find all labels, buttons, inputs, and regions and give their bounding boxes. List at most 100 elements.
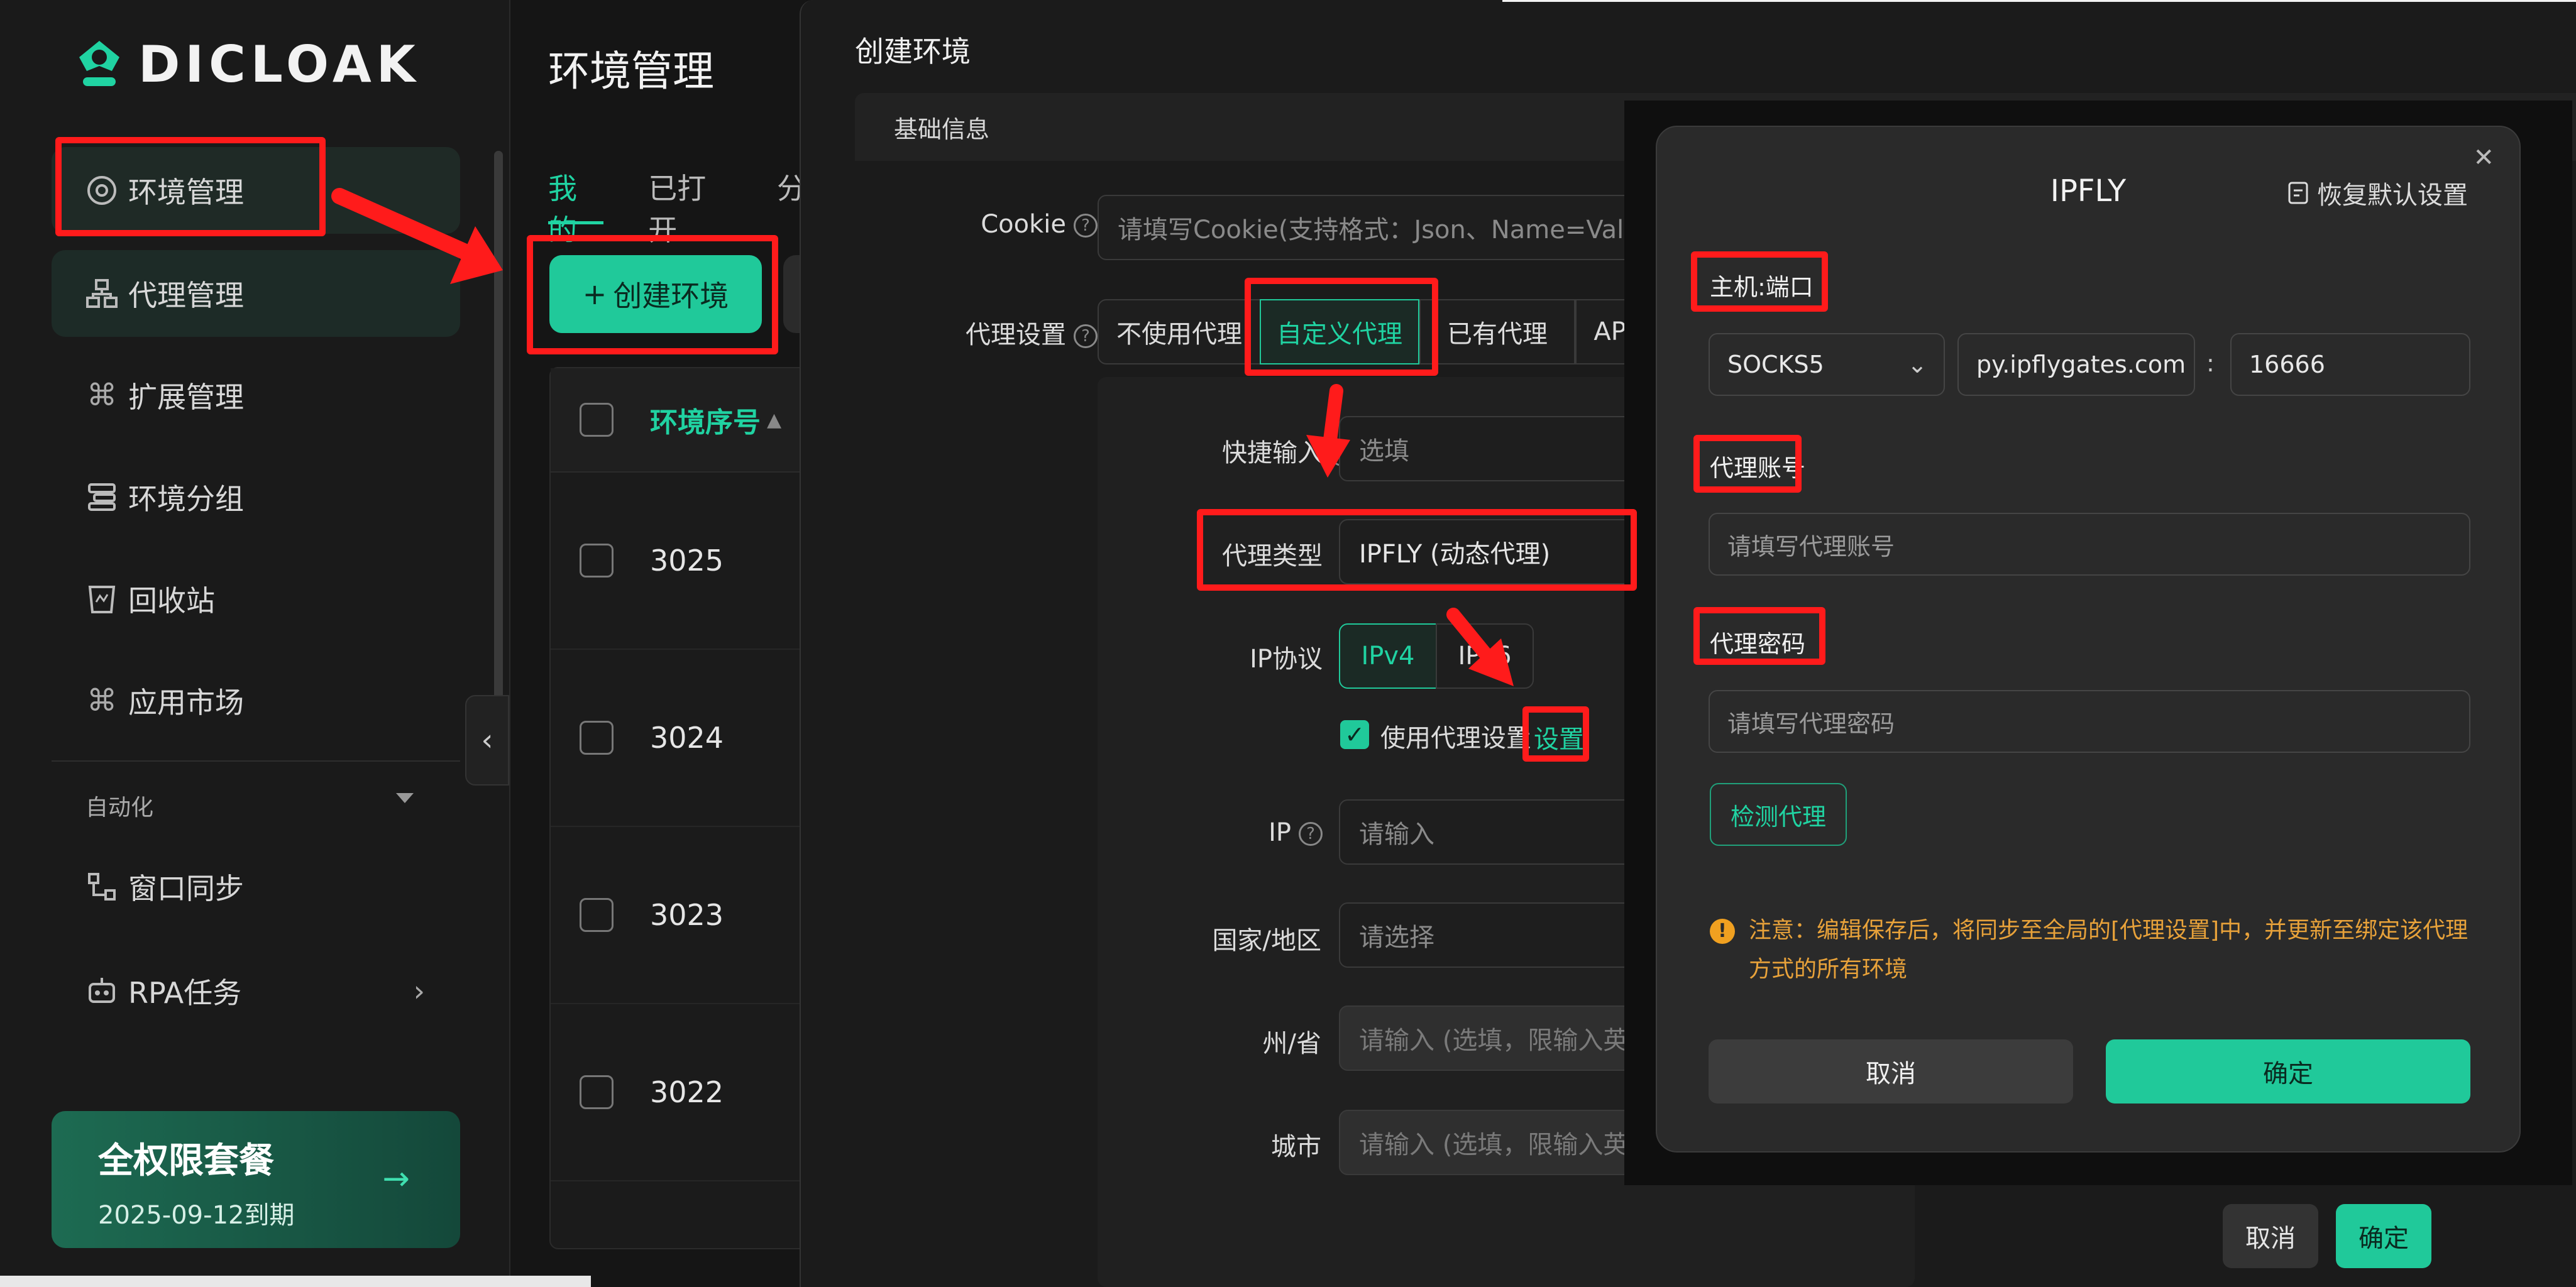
collapse-sidebar-button[interactable]: ‹	[465, 695, 509, 786]
modal-cancel-button[interactable]: 取消	[1709, 1039, 2073, 1104]
trash-icon	[84, 581, 119, 616]
reset-defaults-button[interactable]: 恢复默认设置	[2286, 175, 2468, 211]
host-input[interactable]: py.ipflygates.com	[1957, 333, 2195, 396]
highlight-env-management	[55, 137, 326, 236]
ip-protocol-ipv6[interactable]: IPv6	[1436, 623, 1534, 689]
sidebar-item-label: RPA任务	[128, 976, 242, 1010]
quick-input-label: 快捷输入?	[1153, 432, 1354, 469]
help-icon[interactable]: ?	[1299, 822, 1323, 846]
sidebar-item-label: 窗口同步	[128, 872, 244, 906]
sidebar-item-label: 扩展管理	[128, 380, 244, 414]
plan-expiry: 2025-09-12到期	[98, 1201, 295, 1230]
port-input[interactable]: 16666	[2230, 333, 2470, 396]
table-row[interactable]: 3024	[551, 650, 818, 827]
sidebar-item-label: 应用市场	[128, 686, 244, 720]
sidebar-scrollbar[interactable]	[494, 151, 503, 716]
state-label: 州/省	[1262, 1029, 1321, 1058]
panel-confirm-button[interactable]: 确定	[2336, 1204, 2431, 1268]
bottom-strip	[0, 1276, 591, 1287]
proxy-setting-label-text: 代理设置	[966, 320, 1066, 349]
divider	[52, 760, 460, 762]
tab-indicator	[548, 221, 603, 224]
apps-icon: ⌘	[87, 683, 117, 718]
ip-label-text: IP	[1269, 818, 1291, 847]
row-checkbox[interactable]	[580, 544, 614, 578]
arrow-right-icon: →	[382, 1160, 410, 1198]
help-icon[interactable]: ?	[1074, 214, 1098, 238]
ip-protocol-label: IP协议	[1250, 645, 1323, 674]
sidebar-item-label: 回收站	[128, 584, 215, 618]
chevron-down-icon: ⌄	[1907, 351, 1927, 378]
cookie-label: Cookie?	[933, 210, 1098, 239]
row-id: 3022	[650, 1075, 724, 1109]
highlight-password	[1693, 607, 1825, 665]
select-all-checkbox[interactable]	[580, 403, 614, 437]
sidebar-item-rpa[interactable]: RPA任务 ›	[52, 948, 425, 1034]
modal-confirm-button[interactable]: 确定	[2106, 1039, 2470, 1104]
use-proxy-label: 使用代理设置	[1380, 724, 1531, 753]
top-edge-line	[1502, 0, 2576, 2]
table-row[interactable]: 3025	[551, 473, 818, 650]
table-row[interactable]: 3022	[551, 1004, 818, 1181]
row-id: 3024	[650, 721, 724, 755]
ip-protocol-ipv4[interactable]: IPv4	[1339, 623, 1437, 689]
sidebar-item-label: 代理管理	[128, 278, 244, 312]
city-label: 城市	[1271, 1132, 1321, 1161]
cookie-label-text: Cookie	[981, 210, 1066, 239]
logo-text: DICLOAK	[138, 35, 421, 94]
close-icon[interactable]: ✕	[2473, 143, 2494, 172]
warning-icon: !	[1710, 919, 1735, 944]
sync-icon	[84, 869, 119, 904]
detect-proxy-button[interactable]: 检测代理	[1710, 783, 1847, 846]
row-checkbox[interactable]	[580, 898, 614, 932]
highlight-host-port	[1691, 251, 1828, 312]
ip-label: IP?	[1241, 818, 1323, 847]
port-separator: :	[2206, 349, 2215, 377]
row-checkbox[interactable]	[580, 721, 614, 755]
protocol-value: SOCKS5	[1727, 351, 1824, 378]
sidebar-item-app-market[interactable]: ⌘ 应用市场	[52, 657, 460, 744]
main-content: 环境管理 我的 已打开 分 + 创建环境 环境序号 ▲ 3025 3024 30…	[510, 0, 821, 1287]
account-input[interactable]: 请填写代理账号	[1709, 513, 2470, 576]
page-title: 环境管理	[548, 47, 714, 96]
panel-title: 创建环境	[855, 35, 971, 68]
sidebar-item-label: 环境分组	[128, 482, 244, 516]
proxy-option-none[interactable]: 不使用代理	[1098, 299, 1261, 364]
row-id: 3023	[650, 898, 724, 932]
chevron-left-icon: ‹	[481, 723, 493, 758]
table-row[interactable]: 3023	[551, 827, 818, 1004]
quick-input-label-text: 快捷输入	[1222, 439, 1323, 468]
sidebar-item-env-groups[interactable]: 环境分组	[52, 454, 460, 540]
caret-down-icon[interactable]	[396, 793, 414, 803]
warning-text: 注意：编辑保存后，将同步至全局的[代理设置]中，并更新至绑定该代理方式的所有环境	[1749, 917, 2469, 982]
highlight-create-env	[527, 235, 778, 354]
logo-mark-icon	[79, 40, 119, 86]
env-table: 环境序号 ▲ 3025 3024 3023 3022	[549, 367, 820, 1249]
plan-card[interactable]: 全权限套餐 2025-09-12到期 →	[52, 1111, 460, 1248]
chevron-right-icon: ›	[413, 974, 425, 1008]
logo[interactable]: DICLOAK	[74, 35, 421, 94]
warning-message: ! 注意：编辑保存后，将同步至全局的[代理设置]中，并更新至绑定该代理方式的所有…	[1710, 911, 2470, 989]
puzzle-icon: ⌘	[87, 378, 117, 413]
password-input[interactable]: 请填写代理密码	[1709, 690, 2470, 753]
help-icon[interactable]: ?	[1074, 324, 1098, 348]
reset-icon	[2288, 182, 2308, 204]
highlight-settings-link	[1522, 706, 1589, 762]
proxy-setting-label: 代理设置?	[920, 314, 1098, 351]
sidebar-item-proxy-management[interactable]: 代理管理	[52, 250, 460, 337]
group-icon	[84, 479, 119, 515]
check-icon: ✓	[1345, 721, 1365, 748]
sidebar-item-recycle-bin[interactable]: 回收站	[52, 556, 460, 642]
row-checkbox[interactable]	[580, 1075, 614, 1109]
protocol-select[interactable]: SOCKS5 ⌄	[1709, 333, 1945, 396]
section-title: 自动化	[85, 795, 154, 821]
sidebar-item-extensions[interactable]: ⌘ 扩展管理	[52, 352, 460, 439]
reset-label: 恢复默认设置	[2317, 181, 2468, 210]
panel-cancel-button[interactable]: 取消	[2223, 1204, 2318, 1268]
sidebar-item-window-sync[interactable]: 窗口同步	[52, 843, 460, 930]
use-proxy-checkbox[interactable]: ✓	[1340, 720, 1369, 749]
sort-icon[interactable]: ▲	[767, 409, 781, 431]
column-header[interactable]: 环境序号	[650, 400, 761, 440]
row-id: 3025	[650, 544, 724, 578]
proxy-option-existing[interactable]: 已有代理	[1419, 299, 1575, 364]
